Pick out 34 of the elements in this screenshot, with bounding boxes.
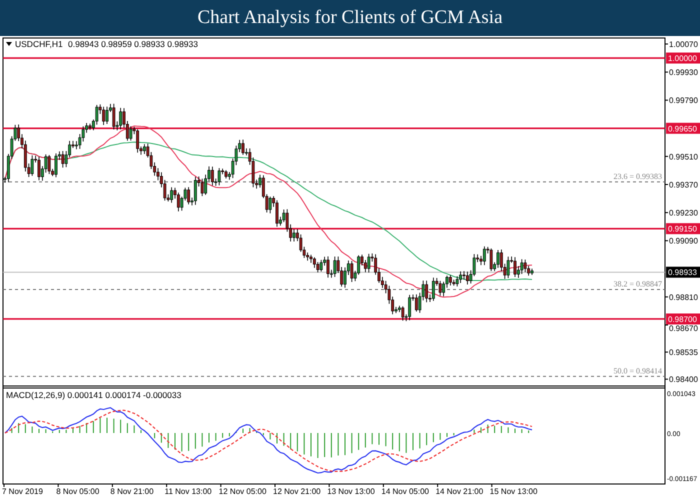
current-price-tag: 0.98933 — [666, 266, 700, 278]
symbol-label: USDCHF,H1 — [15, 39, 63, 49]
header-title: Chart Analysis for Clients of GCM Asia — [197, 7, 503, 29]
price-axis-label: 0.99230 — [669, 208, 698, 218]
time-axis-label: 12 Nov 05:00 — [218, 487, 266, 496]
ohlc-values: 0.98943 0.98959 0.98933 0.98933 — [68, 39, 198, 49]
price-axis-label: 0.98400 — [669, 375, 698, 384]
time-axis-label: 7 Nov 2019 — [2, 487, 43, 496]
indicator-label: MACD(12,26,9) 0.000141 0.000174 -0.000033 — [6, 390, 182, 400]
dropdown-triangle-icon[interactable] — [6, 42, 12, 46]
fibonacci-level-label: 38.2 = 0.98847 — [613, 279, 662, 288]
price-axis-label: 0.98535 — [669, 348, 698, 358]
price-axis-label: 0.98810 — [669, 292, 698, 302]
price-tag: 0.99650 — [666, 122, 700, 134]
price-axis-label: 1.00070 — [669, 40, 698, 49]
time-axis-label: 14 Nov 05:00 — [381, 487, 429, 496]
price-axis-label: 0.98670 — [669, 324, 698, 333]
time-axis-label: 12 Nov 21:00 — [273, 487, 321, 496]
time-axis-label: 8 Nov 21:00 — [110, 487, 154, 496]
price-axis-label: 0.99790 — [669, 96, 698, 106]
price-axis-label: 0.99090 — [669, 236, 698, 246]
time-axis-label: 11 Nov 13:00 — [164, 487, 212, 496]
price-tag: 0.98700 — [666, 313, 700, 324]
price-tag: 1.00000 — [666, 52, 700, 64]
price-tag: 0.99150 — [666, 223, 700, 234]
fibonacci-level-label: 50.0 = 0.98414 — [613, 366, 662, 376]
price-axis-label: 0.99930 — [669, 68, 698, 78]
fibonacci-level-label: 23.6 = 0.99383 — [613, 172, 662, 181]
time-axis-label: 13 Nov 13:00 — [327, 487, 375, 496]
time-axis-label: 14 Nov 21:00 — [436, 487, 484, 496]
price-axis-label: 0.99370 — [669, 180, 698, 190]
time-axis-label: 8 Nov 05:00 — [56, 487, 100, 496]
price-axis-label: 0.99510 — [669, 152, 698, 162]
time-axis-label: 15 Nov 13:00 — [490, 487, 538, 496]
